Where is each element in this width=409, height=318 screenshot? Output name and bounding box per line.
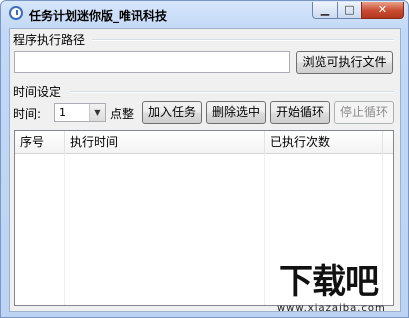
maximize-button[interactable]: □ <box>337 2 362 19</box>
stop-loop-button: 停止循环 <box>334 101 394 124</box>
unit-label: 点整 <box>110 107 135 121</box>
time-select-value: 1 <box>59 106 66 119</box>
path-input[interactable] <box>14 51 290 73</box>
column-header-count[interactable]: 已执行次数 <box>265 131 383 153</box>
column-header-time[interactable]: 执行时间 <box>65 131 265 153</box>
time-section-label: 时间设定 <box>13 85 62 99</box>
title-bar[interactable]: 任务计划迷你版_唯讯科技 ▁ □ ✕ <box>1 1 408 27</box>
chevron-down-icon[interactable]: ▼ <box>89 104 105 121</box>
start-loop-button[interactable]: 开始循环 <box>270 101 330 124</box>
column-divider <box>64 153 65 305</box>
column-divider <box>264 153 265 305</box>
task-list-header: 序号 执行时间 已执行次数 <box>15 131 393 154</box>
watermark-url: www.xiazaiba.com <box>277 303 386 314</box>
watermark-logo: 下载吧 www.xiazaiba.com <box>273 263 407 317</box>
column-header-index[interactable]: 序号 <box>15 131 65 153</box>
add-task-button[interactable]: 加入任务 <box>142 101 202 124</box>
time-label: 时间: <box>13 107 42 121</box>
browse-button[interactable]: 浏览可执行文件 <box>296 51 393 74</box>
path-section-label: 程序执行路径 <box>13 33 86 47</box>
close-button[interactable]: ✕ <box>361 2 404 19</box>
time-select[interactable]: 1 ▼ <box>54 103 106 122</box>
delete-selected-button[interactable]: 删除选中 <box>206 101 266 124</box>
path-divider <box>92 39 394 41</box>
app-window: 任务计划迷你版_唯讯科技 ▁ □ ✕ 程序执行路径 浏览可执行文件 时间设定 时… <box>0 0 409 318</box>
minimize-button[interactable]: ▁ <box>312 2 338 19</box>
clock-icon <box>9 6 23 20</box>
time-divider <box>70 91 394 93</box>
watermark-text: 下载吧 <box>279 262 379 302</box>
window-title: 任务计划迷你版_唯讯科技 <box>29 9 168 23</box>
